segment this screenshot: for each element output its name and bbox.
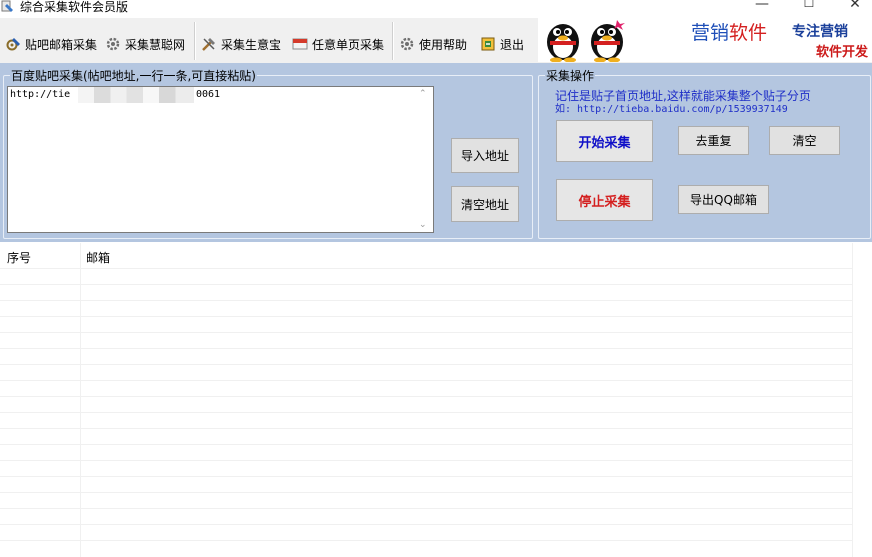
row-line: [0, 476, 852, 477]
toolbar-huicong-button[interactable]: 采集慧聪网: [105, 34, 185, 54]
scroll-up-icon[interactable]: ⌃: [419, 89, 427, 99]
operation-group-title: 采集操作: [545, 67, 596, 84]
close-button[interactable]: ✕: [833, 0, 872, 14]
toolbar-separator: [194, 22, 196, 60]
toolbar-label: 采集生意宝: [221, 37, 282, 52]
row-line: [0, 508, 852, 509]
row-line: [0, 396, 852, 397]
ad-banner[interactable]: 营销软件 专注营销 软件开发: [538, 18, 872, 62]
tools-icon: [202, 38, 215, 51]
banner-text1a: 营销: [691, 22, 730, 44]
row-line: [0, 412, 852, 413]
toolbar-single-page-button[interactable]: 任意单页采集: [292, 34, 384, 54]
row-line: [0, 444, 852, 445]
card-icon: [292, 38, 308, 50]
redacted-address: [78, 87, 194, 103]
export-qq-email-button[interactable]: 导出QQ邮箱: [678, 185, 769, 214]
address-suffix: 0061: [196, 89, 221, 100]
row-line: [0, 524, 852, 525]
toolbar-tieba-email-button[interactable]: 贴吧邮箱采集: [5, 34, 97, 54]
qq-penguin-icon: [547, 20, 625, 62]
row-line: [0, 300, 852, 301]
row-line: [0, 348, 852, 349]
address-textarea[interactable]: http://tie 0061 ⌃ ⌄: [7, 86, 434, 233]
clear-address-button[interactable]: 清空地址: [451, 186, 519, 222]
gear-icon: [106, 37, 120, 51]
results-table[interactable]: 序号 邮箱: [0, 243, 872, 557]
row-line: [0, 540, 852, 541]
row-line: [0, 428, 852, 429]
toolbar-label: 使用帮助: [419, 37, 468, 52]
toolbar-label: 退出: [500, 37, 525, 52]
banner-title: 营销软件: [691, 18, 767, 45]
window-title: 综合采集软件会员版: [20, 0, 129, 14]
column-separator: [80, 243, 81, 557]
banner-slogan: 专注营销: [792, 24, 848, 40]
scroll-down-icon[interactable]: ⌄: [419, 220, 427, 230]
row-line: [0, 492, 852, 493]
address-prefix: http://tie: [10, 89, 71, 100]
column-header-email[interactable]: 邮箱: [86, 249, 110, 266]
row-line: [0, 284, 852, 285]
address-scrollbar[interactable]: ⌃ ⌄: [416, 87, 433, 232]
row-line: [0, 316, 852, 317]
column-separator: [852, 243, 853, 557]
banner-subtitle: 软件开发: [816, 45, 869, 60]
import-address-button[interactable]: 导入地址: [451, 138, 519, 173]
banner-text1b: 软件: [729, 22, 768, 44]
clear-button[interactable]: 清空: [769, 126, 840, 155]
toolbar-shengyibao-button[interactable]: 采集生意宝: [201, 34, 281, 54]
row-line: [0, 332, 852, 333]
row-line: [0, 364, 852, 365]
gear-pencil-icon: [6, 38, 20, 51]
row-line: [0, 460, 852, 461]
column-header-index[interactable]: 序号: [7, 249, 31, 266]
start-collect-button[interactable]: 开始采集: [556, 120, 653, 162]
title-bar: 综合采集软件会员版 — ☐ ✕: [0, 0, 872, 14]
toolbar-exit-button[interactable]: 退出: [480, 34, 524, 54]
toolbar-help-button[interactable]: 使用帮助: [399, 34, 467, 54]
maximize-button[interactable]: ☐: [787, 0, 831, 14]
toolbar-label: 贴吧邮箱采集: [25, 37, 98, 52]
hint-line-2: 如: http://tieba.baidu.com/p/1539937149: [555, 104, 788, 115]
toolbar-label: 任意单页采集: [312, 37, 385, 52]
row-line: [0, 380, 852, 381]
toolbar-separator: [392, 22, 394, 60]
minimize-button[interactable]: —: [740, 0, 784, 14]
exit-icon: [481, 37, 495, 51]
toolbar-label: 采集慧聪网: [125, 37, 186, 52]
tieba-group-title: 百度贴吧采集(帖吧地址,一行一条,可直接粘贴): [10, 67, 257, 84]
row-line: [0, 268, 852, 269]
gear-icon: [400, 37, 414, 51]
app-icon: [1, 0, 13, 12]
stop-collect-button[interactable]: 停止采集: [556, 179, 653, 221]
dedupe-button[interactable]: 去重复: [678, 126, 749, 155]
